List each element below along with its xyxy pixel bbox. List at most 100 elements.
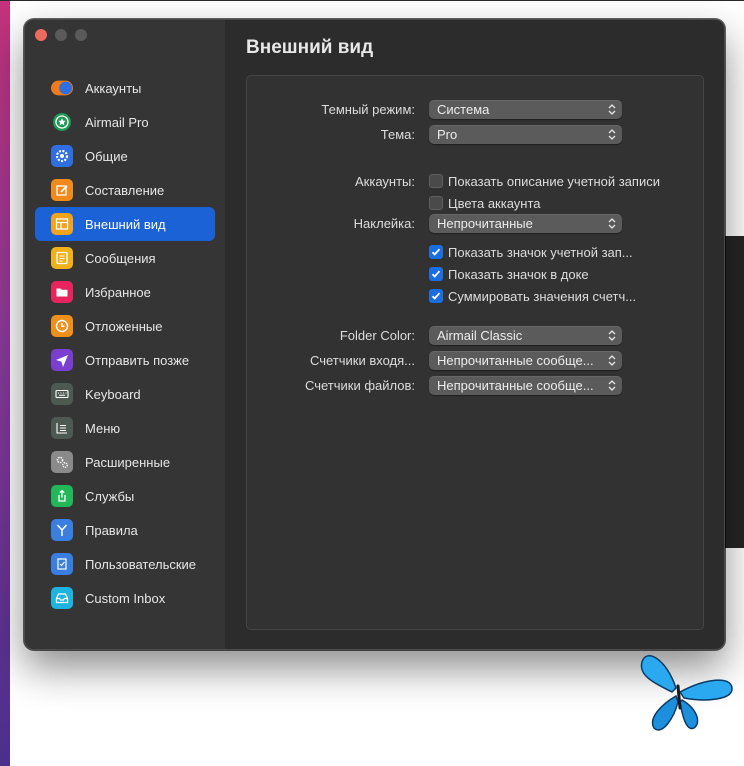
zoom-window-button[interactable] — [75, 29, 87, 41]
settings-main: Внешний вид Темный режим: Система Тема: … — [225, 20, 724, 649]
sidebar-item-label: Custom Inbox — [85, 590, 166, 606]
sidebar-item-compose[interactable]: Составление — [35, 173, 215, 207]
inbox-counters-row: Счетчики входя... Непрочитанные сообще..… — [247, 351, 705, 371]
show-dock-icon-label: Показать значок в доке — [448, 267, 589, 282]
accounts-label: Аккаунты: — [354, 174, 415, 189]
preferences-window: Аккаунты Airmail Pro Общие Составление В… — [24, 19, 725, 650]
checkmark-icon — [431, 270, 441, 278]
sidebar-item-label: Правила — [85, 522, 138, 538]
sidebar-nav: Аккаунты Airmail Pro Общие Составление В… — [35, 71, 215, 615]
sidebar-item-messages[interactable]: Сообщения — [35, 241, 215, 275]
badge-row: Наклейка: Непрочитанные — [247, 214, 705, 234]
sidebar-item-appearance[interactable]: Внешний вид — [35, 207, 215, 241]
sidebar-item-label: Пользовательские — [85, 556, 197, 572]
file-counters-row: Счетчики файлов: Непрочитанные сообще... — [247, 376, 705, 396]
sidebar-item-send-later[interactable]: Отправить позже — [35, 343, 215, 377]
sidebar-item-airmail-pro[interactable]: Airmail Pro — [35, 105, 215, 139]
folder-color-row: Folder Color: Airmail Classic — [247, 326, 705, 346]
account-colors-row: Цвета аккаунта — [247, 194, 705, 214]
sidebar-item-label: Сообщения — [85, 250, 156, 266]
sidebar-item-label: Keyboard — [85, 386, 141, 402]
show-dock-icon-checkbox[interactable] — [429, 267, 443, 281]
close-window-button[interactable] — [35, 29, 47, 41]
account-colors-checkbox[interactable] — [429, 196, 443, 210]
desktop-top-edge — [0, 0, 744, 1]
select-arrows-icon — [608, 129, 616, 140]
folder-color-label: Folder Color: — [339, 328, 415, 343]
show-account-icon-label: Показать значок учетной зап... — [448, 245, 633, 260]
sum-counters-checkbox[interactable] — [429, 289, 443, 303]
sidebar-item-label: Расширенные — [85, 454, 171, 470]
inbox-counters-select[interactable]: Непрочитанные сообще... — [429, 351, 622, 370]
sidebar-item-label: Общие — [85, 148, 128, 164]
badge-label: Наклейка: — [353, 216, 415, 231]
messages-icon — [51, 247, 73, 269]
sidebar-item-services[interactable]: Службы — [35, 479, 215, 513]
sidebar-item-menu[interactable]: Меню — [35, 411, 215, 445]
select-arrows-icon — [608, 104, 616, 115]
badge-value: Непрочитанные — [437, 216, 533, 231]
inbox-counters-label: Счетчики входя... — [309, 353, 415, 368]
checkmark-icon — [431, 292, 441, 300]
folder-icon — [51, 281, 73, 303]
sidebar-item-label: Составление — [85, 182, 165, 198]
sidebar-item-label: Внешний вид — [85, 216, 166, 232]
show-account-description-checkbox[interactable] — [429, 174, 443, 188]
page-title: Внешний вид — [246, 37, 374, 58]
sidebar-item-accounts[interactable]: Аккаунты — [35, 71, 215, 105]
send-later-icon — [51, 349, 73, 371]
sidebar-item-label: Airmail Pro — [85, 114, 149, 130]
show-account-icon-row: Показать значок учетной зап... — [247, 243, 705, 263]
appearance-icon — [51, 213, 73, 235]
sidebar-item-label: Избранное — [85, 284, 151, 300]
sidebar-item-advanced[interactable]: Расширенные — [35, 445, 215, 479]
advanced-gears-icon — [51, 451, 73, 473]
accounts-row: Аккаунты: Показать описание учетной запи… — [247, 172, 705, 192]
theme-label: Тема: — [380, 127, 415, 142]
keyboard-icon — [51, 383, 73, 405]
select-arrows-icon — [608, 218, 616, 229]
sidebar-item-snoozed[interactable]: Отложенные — [35, 309, 215, 343]
file-counters-label: Счетчики файлов: — [304, 378, 415, 393]
sidebar-item-general[interactable]: Общие — [35, 139, 215, 173]
file-counters-select[interactable]: Непрочитанные сообще... — [429, 376, 622, 395]
sum-counters-label: Суммировать значения счетч... — [448, 289, 637, 304]
theme-select[interactable]: Pro — [429, 125, 622, 144]
sidebar-item-label: Отправить позже — [85, 352, 190, 368]
show-account-icon-checkbox[interactable] — [429, 245, 443, 259]
dark-mode-value: Система — [437, 102, 490, 117]
select-arrows-icon — [608, 355, 616, 366]
checkmark-icon — [431, 248, 441, 256]
accounts-icon — [51, 77, 73, 99]
theme-row: Тема: Pro — [247, 125, 705, 145]
butterfly-icon — [640, 655, 733, 731]
dark-mode-select[interactable]: Система — [429, 100, 622, 119]
sidebar-item-favorites[interactable]: Избранное — [35, 275, 215, 309]
sidebar-item-label: Аккаунты — [85, 80, 142, 96]
sidebar-item-custom-inbox[interactable]: Custom Inbox — [35, 581, 215, 615]
folder-color-select[interactable]: Airmail Classic — [429, 326, 622, 345]
gear-icon — [51, 145, 73, 167]
sidebar-item-keyboard[interactable]: Keyboard — [35, 377, 215, 411]
custom-icon — [51, 553, 73, 575]
badge-select[interactable]: Непрочитанные — [429, 214, 622, 233]
sidebar: Аккаунты Airmail Pro Общие Составление В… — [25, 20, 225, 649]
window-controls — [35, 29, 87, 41]
sidebar-item-rules[interactable]: Правила — [35, 513, 215, 547]
desktop-wallpaper-strip — [0, 0, 10, 766]
rules-icon — [51, 519, 73, 541]
compose-icon — [51, 179, 73, 201]
minimize-window-button[interactable] — [55, 29, 67, 41]
theme-value: Pro — [437, 127, 458, 142]
inbox-counters-value: Непрочитанные сообще... — [437, 353, 594, 368]
sidebar-item-custom[interactable]: Пользовательские — [35, 547, 215, 581]
select-arrows-icon — [608, 330, 616, 341]
show-dock-icon-row: Показать значок в доке — [247, 265, 705, 285]
airmail-pro-star-icon — [51, 111, 73, 133]
account-colors-label: Цвета аккаунта — [448, 196, 541, 211]
sidebar-item-label: Службы — [85, 488, 135, 504]
clock-icon — [51, 315, 73, 337]
sidebar-item-label: Отложенные — [85, 318, 163, 334]
file-counters-value: Непрочитанные сообще... — [437, 378, 594, 393]
sidebar-item-label: Меню — [85, 420, 121, 436]
